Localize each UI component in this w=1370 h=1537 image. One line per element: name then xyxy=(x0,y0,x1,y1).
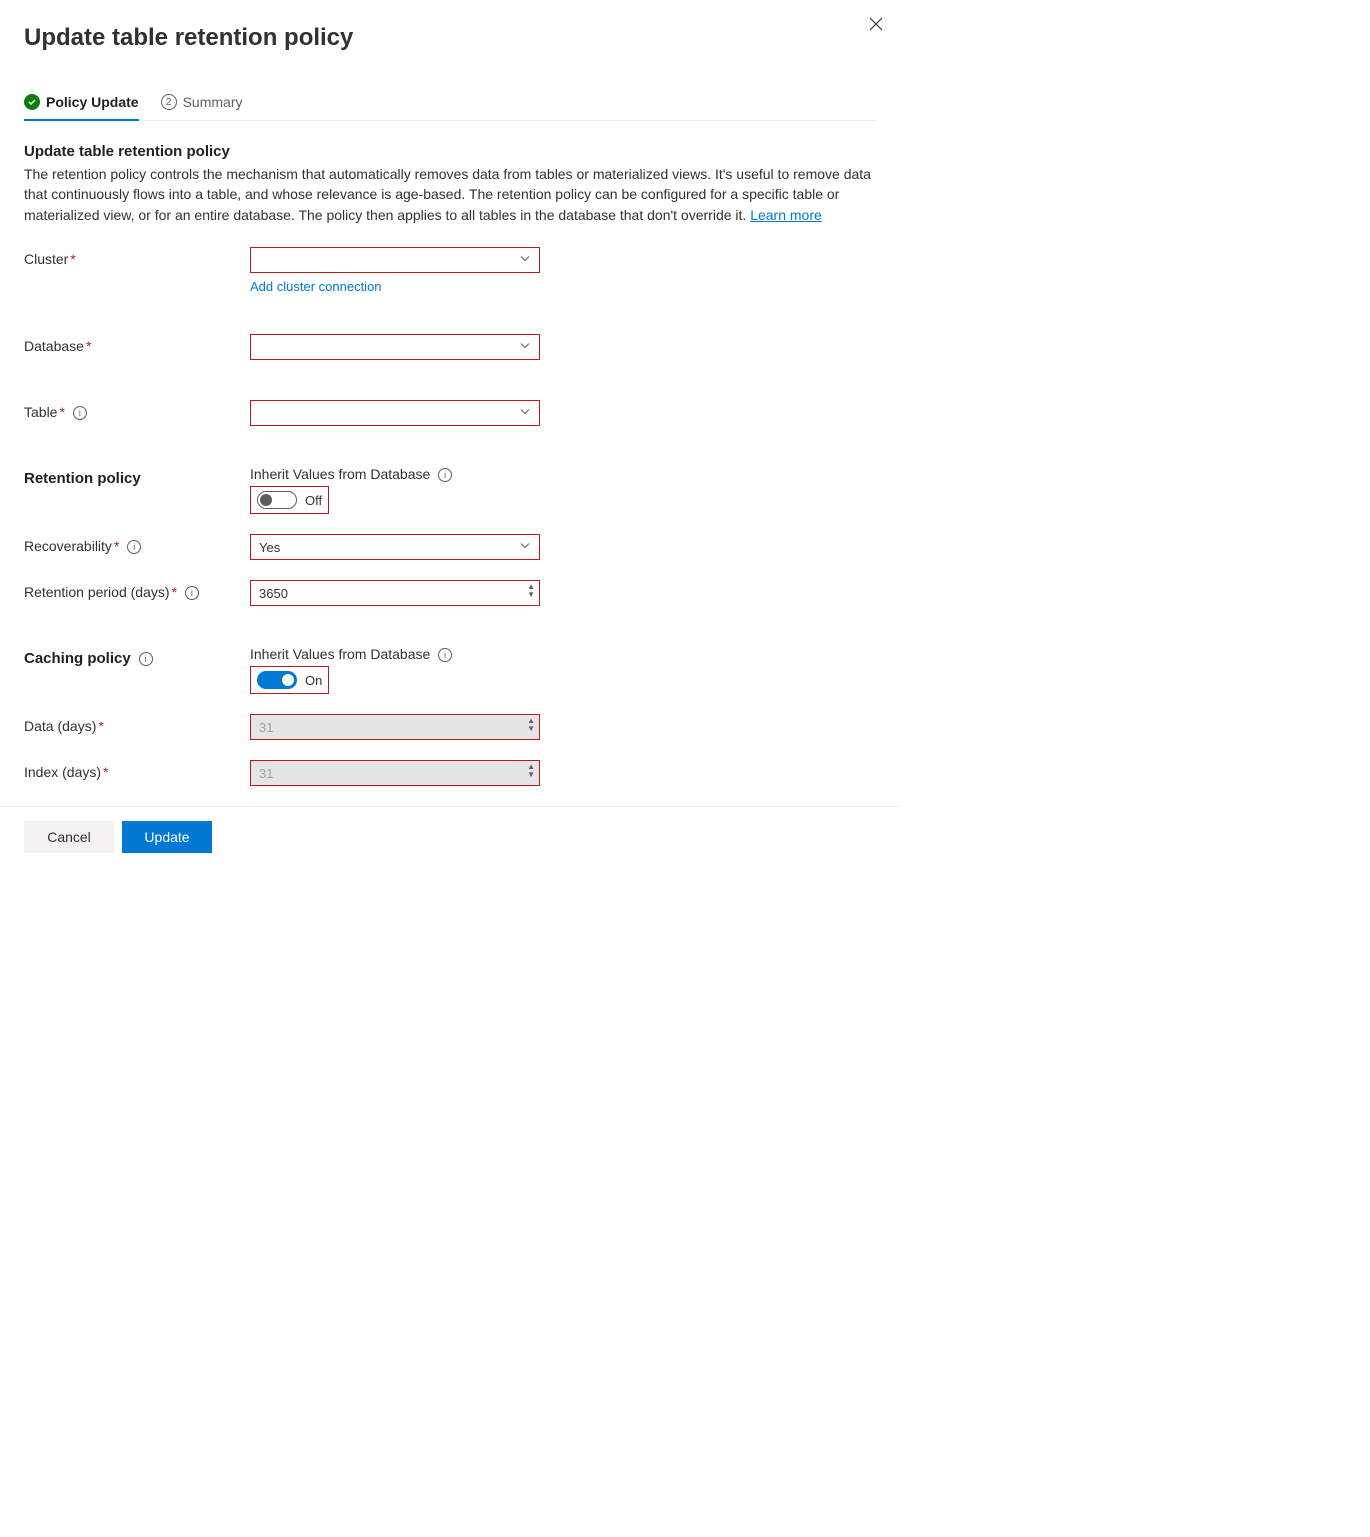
tab-label: Summary xyxy=(183,94,243,110)
info-icon[interactable]: i xyxy=(73,406,87,420)
info-icon[interactable]: i xyxy=(139,652,153,666)
recoverability-select[interactable]: Yes xyxy=(250,534,540,560)
retention-period-label: Retention period (days) xyxy=(24,584,170,600)
checkmark-icon xyxy=(24,94,40,110)
table-select[interactable] xyxy=(250,400,540,426)
tab-summary[interactable]: 2 Summary xyxy=(161,94,243,120)
caching-policy-heading: Caching policy xyxy=(24,650,131,667)
info-icon[interactable]: i xyxy=(438,468,452,482)
tab-label: Policy Update xyxy=(46,94,139,110)
index-days-label: Index (days) xyxy=(24,764,101,780)
footer: Cancel Update xyxy=(0,806,900,867)
inherit-retention-toggle-wrap: Off xyxy=(250,486,329,514)
inherit-caching-toggle-wrap: On xyxy=(250,666,329,694)
chevron-down-icon xyxy=(519,339,531,354)
cluster-label: Cluster xyxy=(24,251,68,267)
section-title: Update table retention policy xyxy=(24,143,876,160)
info-icon[interactable]: i xyxy=(185,586,199,600)
tab-policy-update[interactable]: Policy Update xyxy=(24,94,139,120)
table-label: Table xyxy=(24,404,57,420)
retention-period-input[interactable]: 3650 ▲▼ xyxy=(250,580,540,606)
page-title: Update table retention policy xyxy=(24,24,876,52)
inherit-retention-toggle[interactable] xyxy=(257,491,297,509)
cancel-button[interactable]: Cancel xyxy=(24,821,114,853)
chevron-down-icon xyxy=(519,540,531,555)
close-button[interactable] xyxy=(864,12,888,36)
cluster-select[interactable] xyxy=(250,247,540,273)
toggle-state-label: On xyxy=(305,673,322,688)
data-days-label: Data (days) xyxy=(24,718,96,734)
add-cluster-link[interactable]: Add cluster connection xyxy=(250,279,382,294)
step-number-icon: 2 xyxy=(161,94,177,110)
update-button[interactable]: Update xyxy=(122,821,212,853)
database-select[interactable] xyxy=(250,334,540,360)
learn-more-link[interactable]: Learn more xyxy=(750,207,822,223)
chevron-down-icon xyxy=(519,252,531,267)
inherit-retention-label: Inherit Values from Database xyxy=(250,466,430,482)
data-days-input: 31 ▲▼ xyxy=(250,714,540,740)
chevron-down-icon xyxy=(519,405,531,420)
spinner-icon[interactable]: ▲▼ xyxy=(527,583,535,599)
recoverability-label: Recoverability xyxy=(24,538,112,554)
inherit-caching-toggle[interactable] xyxy=(257,671,297,689)
database-label: Database xyxy=(24,338,84,354)
inherit-caching-label: Inherit Values from Database xyxy=(250,646,430,662)
spinner-icon: ▲▼ xyxy=(527,763,535,779)
spinner-icon: ▲▼ xyxy=(527,717,535,733)
section-description: The retention policy controls the mechan… xyxy=(24,164,876,225)
toggle-state-label: Off xyxy=(305,493,322,508)
info-icon[interactable]: i xyxy=(438,648,452,662)
info-icon[interactable]: i xyxy=(127,540,141,554)
index-days-input: 31 ▲▼ xyxy=(250,760,540,786)
retention-policy-heading: Retention policy xyxy=(24,470,141,487)
tab-bar: Policy Update 2 Summary xyxy=(24,94,876,121)
